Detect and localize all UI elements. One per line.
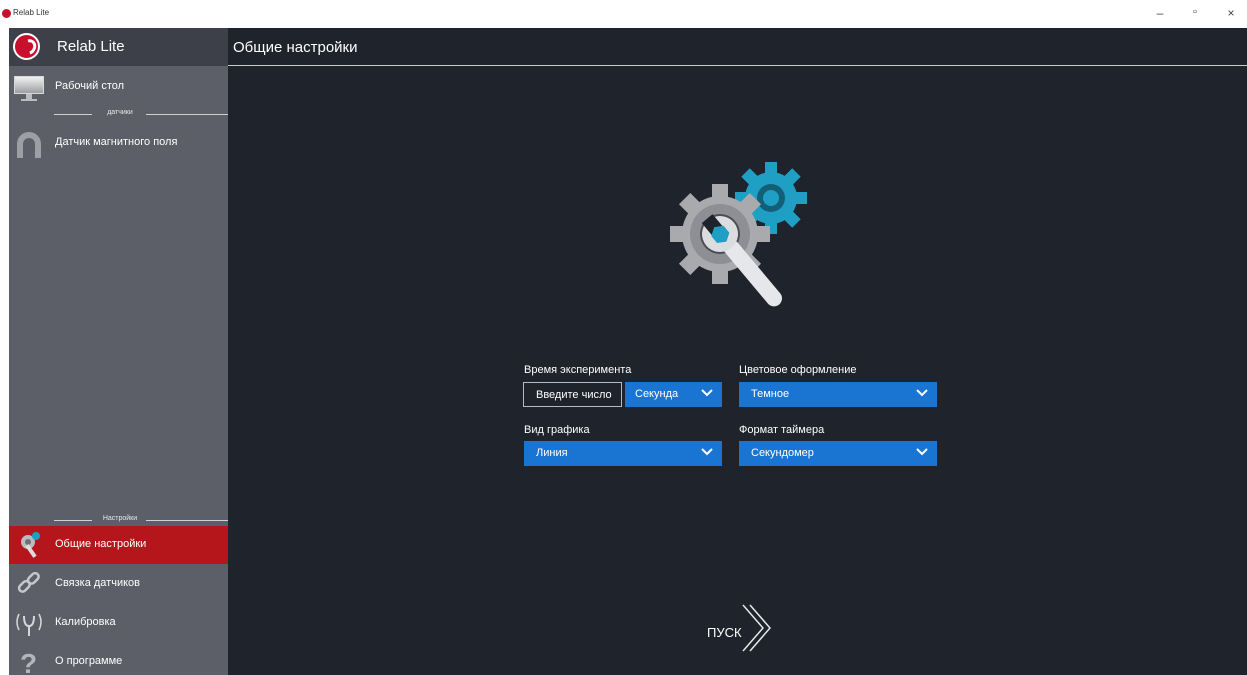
chevron-down-icon [701,448,713,456]
timer-format-label: Формат таймера [739,424,825,436]
sidebar-item-label: О программе [55,655,123,667]
monitor-icon [14,72,44,102]
section-divider-settings: Настройки [9,515,228,525]
maximize-button[interactable]: ▫ [1185,6,1205,18]
experiment-time-input[interactable]: Введите число [523,382,622,407]
sidebar-item-desktop[interactable]: Рабочий стол [9,68,228,106]
color-scheme-label: Цветовое оформление [739,364,857,376]
color-scheme-value: Темное [751,388,790,400]
section-label: Настройки [102,515,138,522]
chevron-down-icon [916,448,928,456]
sidebar-item-about[interactable]: ? О программе [9,643,228,675]
sidebar-item-general-settings[interactable]: Общие настройки [9,526,228,564]
sidebar: Relab Lite Рабочий стол датчики Датчик м… [9,28,228,675]
start-button[interactable]: ПУСК [707,603,787,653]
sidebar-item-label: Датчик магнитного поля [55,136,178,148]
settings-gears-icon [670,162,807,307]
question-icon: ? [14,647,44,675]
sidebar-item-label: Связка датчиков [55,577,140,589]
app-icon [2,9,11,18]
gear-wrench-icon [14,530,44,560]
section-label: датчики [107,109,133,116]
section-divider-sensors: датчики [9,109,228,119]
sidebar-item-label: Калибровка [55,616,116,628]
timer-format-select[interactable]: Секундомер [739,441,937,466]
page-title: Общие настройки [233,39,358,56]
color-scheme-select[interactable]: Темное [739,382,937,407]
main-header: Общие настройки [228,28,1247,66]
experiment-time-placeholder: Введите число [536,389,612,401]
chevron-down-icon [916,389,928,397]
start-label: ПУСК [707,625,742,640]
window-title: Relab Lite [13,8,50,17]
chevron-down-icon [701,389,713,397]
link-icon [14,569,44,599]
svg-text:?: ? [20,648,37,675]
timer-format-value: Секундомер [751,447,814,459]
graph-type-label: Вид графика [524,424,590,436]
time-unit-select[interactable]: Секунда [625,382,722,407]
sidebar-header: Relab Lite [9,28,228,66]
sidebar-item-label: Рабочий стол [55,80,125,92]
graph-type-value: Линия [536,447,568,459]
sidebar-item-sensor-link[interactable]: Связка датчиков [9,565,228,603]
relab-logo-icon [13,33,40,60]
graph-type-select[interactable]: Линия [524,441,722,466]
time-unit-value: Секунда [635,388,679,400]
double-chevron-right-icon [742,604,771,652]
window-titlebar: Relab Lite – ▫ × [0,0,1247,28]
sidebar-item-label: Общие настройки [55,538,147,550]
minimize-button[interactable]: – [1150,6,1170,20]
sidebar-item-calibration[interactable]: Калибровка [9,604,228,642]
sidebar-item-magnetic-sensor[interactable]: Датчик магнитного поля [9,124,228,162]
antenna-icon [14,608,44,638]
close-button[interactable]: × [1221,6,1241,20]
main-panel: Общие настройки Время эксперимента Введи… [228,28,1247,675]
magnet-icon [14,128,44,158]
app-name: Relab Lite [57,38,125,55]
experiment-time-label: Время эксперимента [524,364,632,376]
